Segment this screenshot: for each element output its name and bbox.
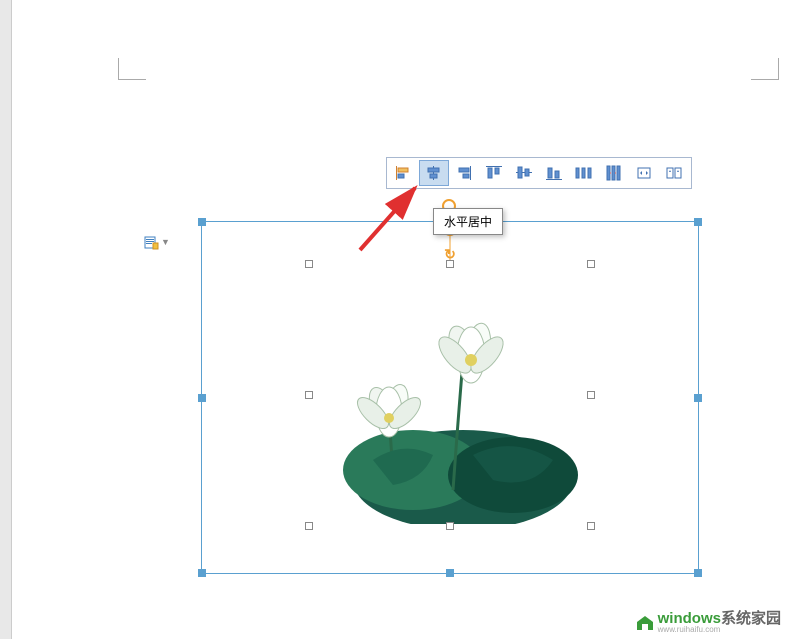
watermark-brand: windows系统家园 — [658, 611, 781, 626]
resize-handle[interactable] — [446, 569, 454, 577]
alignment-toolbar — [386, 157, 692, 189]
align-left-icon — [395, 165, 413, 181]
align-bottom-button[interactable] — [539, 160, 569, 186]
watermark-url: www.ruihaifu.com — [658, 626, 781, 634]
align-center-horizontal-icon — [425, 165, 443, 181]
resize-handle[interactable] — [305, 260, 313, 268]
resize-handle[interactable] — [694, 218, 702, 226]
paste-options-icon — [143, 234, 159, 250]
resize-handle[interactable] — [587, 522, 595, 530]
resize-handle[interactable] — [198, 394, 206, 402]
page-corner-marker — [118, 58, 146, 80]
document-margin — [0, 0, 12, 639]
page-corner-marker — [751, 58, 779, 80]
watermark-logo-icon — [635, 614, 655, 632]
resize-handle[interactable] — [198, 218, 206, 226]
align-right-button[interactable] — [449, 160, 479, 186]
resize-handle[interactable] — [305, 391, 313, 399]
resize-handle[interactable] — [587, 260, 595, 268]
dropdown-arrow-icon: ▼ — [161, 237, 170, 247]
paste-options-button[interactable]: ▼ — [143, 234, 170, 250]
distribute-horizontal-button[interactable] — [569, 160, 599, 186]
resize-handle[interactable] — [446, 260, 454, 268]
tooltip: 水平居中 — [433, 208, 503, 235]
equal-width-icon — [635, 165, 653, 181]
distribute-vertical-icon — [605, 165, 623, 181]
equal-height-icon — [665, 165, 683, 181]
resize-handle[interactable] — [198, 569, 206, 577]
distribute-vertical-button[interactable] — [599, 160, 629, 186]
distribute-horizontal-icon — [575, 165, 593, 181]
resize-handle[interactable] — [694, 394, 702, 402]
inner-selection-box[interactable]: ↻ — [309, 264, 591, 526]
align-middle-vertical-icon — [515, 165, 533, 181]
align-bottom-icon — [545, 165, 563, 181]
resize-handle[interactable] — [694, 569, 702, 577]
align-top-icon — [485, 165, 503, 181]
align-right-icon — [455, 165, 473, 181]
watermark: windows系统家园 www.ruihaifu.com — [635, 611, 781, 634]
annotation-arrow — [350, 180, 430, 260]
equal-width-button[interactable] — [629, 160, 659, 186]
tooltip-text: 水平居中 — [444, 215, 492, 229]
resize-handle[interactable] — [587, 391, 595, 399]
resize-handle[interactable] — [446, 522, 454, 530]
resize-handle[interactable] — [305, 522, 313, 530]
align-top-button[interactable] — [479, 160, 509, 186]
align-middle-vertical-button[interactable] — [509, 160, 539, 186]
equal-height-button[interactable] — [659, 160, 689, 186]
